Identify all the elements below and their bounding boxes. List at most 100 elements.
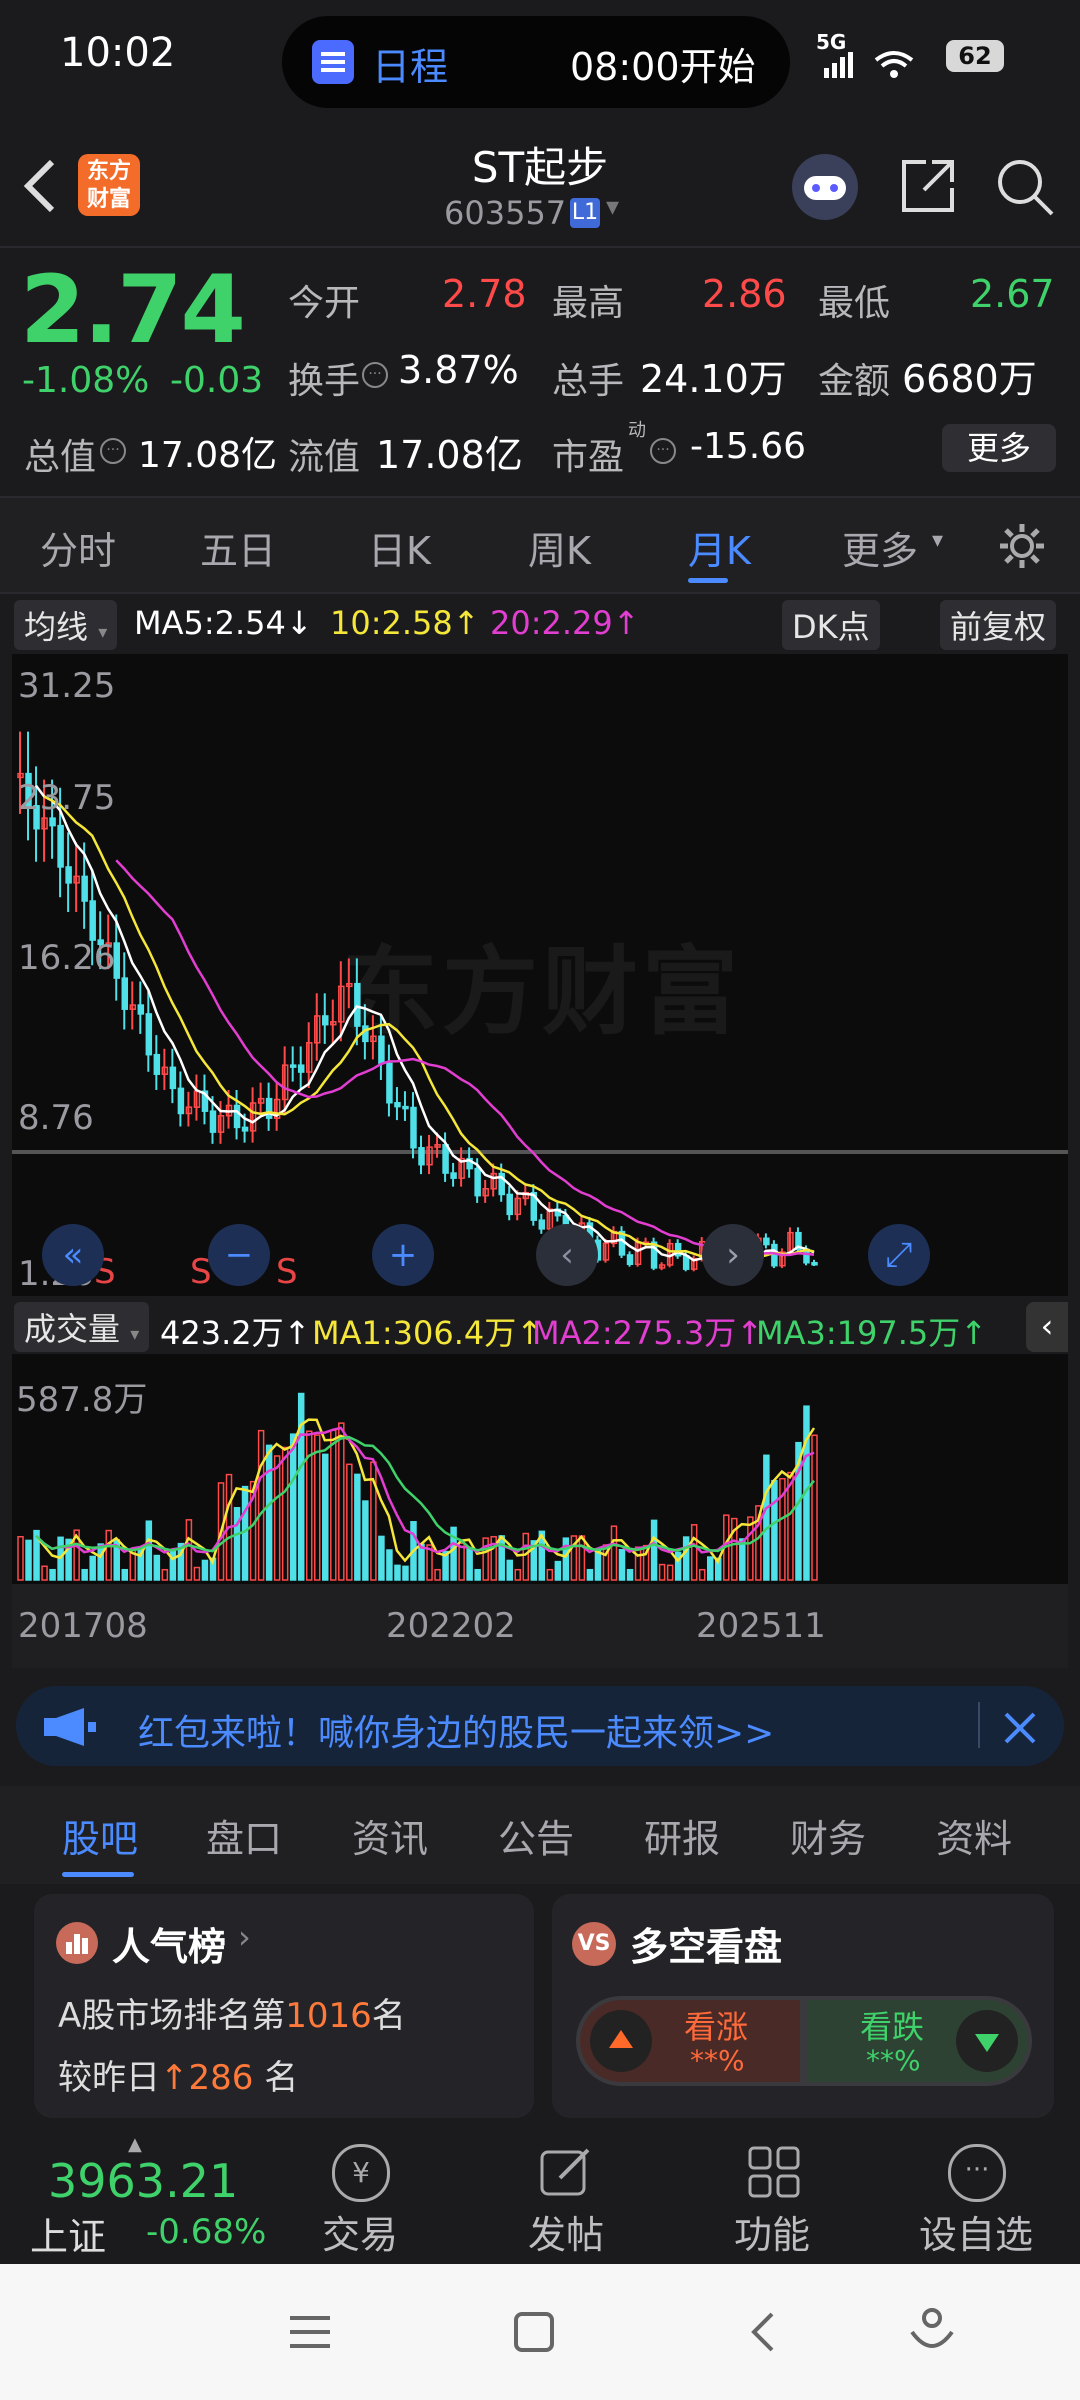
volume-bar xyxy=(330,1429,337,1581)
tab-daily-k[interactable]: 日K xyxy=(368,520,431,575)
candle-body xyxy=(394,1102,401,1108)
amount-label: 金额 xyxy=(818,361,891,402)
level-badge[interactable]: L1 xyxy=(570,198,600,228)
float-cap-value: 17.08亿 xyxy=(376,433,523,477)
ma-selector[interactable]: 均线 ▾ xyxy=(14,600,118,650)
ma10-value: 10:2.58↑ xyxy=(330,604,480,642)
tab-intraday[interactable]: 分时 xyxy=(40,520,116,575)
functions-button[interactable]: 功能 xyxy=(712,2134,832,2264)
open-value: 2.78 xyxy=(442,272,527,316)
schedule-pill[interactable]: 日程 08:00开始 xyxy=(282,16,790,108)
volume-bar xyxy=(594,1549,602,1581)
zoom-in-button[interactable]: + xyxy=(372,1224,434,1286)
candle-body xyxy=(81,875,88,902)
index-name[interactable]: 上证 xyxy=(30,2206,106,2261)
candlestick-chart[interactable]: 东方财富 31.25 23.75 16.26 8.76 1.26 S S S «… xyxy=(12,654,1068,1296)
tab-forum[interactable]: 股吧 xyxy=(62,1808,138,1863)
zoom-out-button[interactable]: − xyxy=(208,1224,270,1286)
y-label-4: 8.76 xyxy=(18,1098,94,1138)
share-icon[interactable] xyxy=(898,156,958,216)
tab-weekly-k[interactable]: 周K xyxy=(528,520,591,575)
volume-bar xyxy=(378,1535,385,1581)
tab-news[interactable]: 资讯 xyxy=(352,1808,428,1863)
popularity-title: 人气榜 xyxy=(112,1925,227,1969)
candle-body xyxy=(169,1066,177,1090)
dk-point-button[interactable]: DK点 xyxy=(782,600,880,650)
turnover-label: 换手 xyxy=(288,361,361,402)
pe-label: 市盈 xyxy=(552,437,625,478)
volume-chart[interactable]: 587.8万 xyxy=(12,1354,1068,1584)
y-label-3: 16.26 xyxy=(18,938,116,978)
scroll-left-fast-button[interactable]: « xyxy=(42,1224,104,1286)
vote-up-button[interactable]: 看涨 **% xyxy=(580,2000,800,2082)
low-value: 2.67 xyxy=(970,272,1055,316)
candle-body xyxy=(474,1167,481,1197)
info-icon[interactable]: ··· xyxy=(650,438,676,464)
system-nav-bar xyxy=(0,2264,1080,2400)
robot-assistant-icon[interactable] xyxy=(792,154,858,220)
popularity-card[interactable]: 人气榜 › A股市场排名第1016名 较昨日↑286 名 xyxy=(34,1894,534,2118)
back-icon[interactable] xyxy=(20,156,60,216)
x-label: 201708 xyxy=(18,1606,148,1646)
promo-banner[interactable]: 红包来啦！喊你身边的股民一起来领>> xyxy=(16,1686,1064,1766)
volume-bar xyxy=(666,1564,674,1581)
more-button[interactable]: 更多 xyxy=(942,424,1056,472)
triangle-up-icon xyxy=(590,2010,652,2072)
tab-announcements[interactable]: 公告 xyxy=(498,1808,574,1863)
tab-research[interactable]: 研报 xyxy=(644,1808,720,1863)
ma5-value: MA5:2.54↓ xyxy=(134,604,313,642)
stock-title: ST起步 xyxy=(471,143,609,192)
chart-tabs: 分时 五日 日K 周K 月K 更多 ▾ xyxy=(0,498,1080,592)
bull-label: 看涨 xyxy=(684,2008,749,2046)
volume-bar xyxy=(506,1559,513,1581)
vote-down-button[interactable]: 看跌 **% xyxy=(808,2000,1028,2082)
volume-bar xyxy=(49,1568,56,1581)
volume-bar xyxy=(458,1542,465,1581)
post-button[interactable]: 发帖 xyxy=(506,2134,626,2264)
scroll-right-button[interactable]: › xyxy=(702,1224,764,1286)
tab-profile[interactable]: 资料 xyxy=(936,1808,1012,1863)
assistant-icon[interactable] xyxy=(906,2304,958,2360)
add-watchlist-button[interactable]: ··· 设自选 xyxy=(906,2134,1046,2264)
gear-icon[interactable] xyxy=(996,520,1048,572)
candle-body xyxy=(410,1106,417,1149)
candle-body xyxy=(626,1254,634,1266)
scroll-left-button[interactable]: ‹ xyxy=(536,1224,598,1286)
tab-order-book[interactable]: 盘口 xyxy=(206,1808,282,1863)
sell-mark: S xyxy=(276,1252,298,1292)
close-icon[interactable] xyxy=(1000,1708,1040,1748)
bear-label: 看跌 xyxy=(860,2008,925,2046)
adjust-button[interactable]: 前复权 xyxy=(940,600,1057,650)
menu-icon[interactable] xyxy=(286,2308,334,2356)
add-watchlist-label: 设自选 xyxy=(918,2213,1033,2257)
volume-bar xyxy=(771,1479,778,1581)
info-icon[interactable]: ··· xyxy=(100,438,126,464)
volume-selector[interactable]: 成交量 ▾ xyxy=(14,1302,150,1352)
volume-bar xyxy=(97,1543,104,1581)
collapse-panel-button[interactable]: ‹ xyxy=(1026,1302,1068,1352)
volume-bar xyxy=(161,1568,169,1581)
ma5-line xyxy=(35,784,815,1262)
expand-icon[interactable]: ⤢ xyxy=(868,1224,930,1286)
back-nav-icon[interactable] xyxy=(740,2308,788,2356)
tab-more[interactable]: 更多 xyxy=(842,520,918,575)
candle-body xyxy=(811,1262,818,1266)
info-icon[interactable]: ··· xyxy=(362,362,388,388)
volume-bar xyxy=(297,1392,305,1581)
candle-body xyxy=(289,1064,297,1068)
volume-bar xyxy=(362,1500,369,1581)
volume-label: 总手 xyxy=(552,361,625,402)
change-amount: -0.03 xyxy=(170,360,264,401)
signal-wifi-icon xyxy=(824,51,914,78)
tab-five-day[interactable]: 五日 xyxy=(200,520,276,575)
index-value[interactable]: 3963.21 xyxy=(48,2154,238,2208)
home-icon[interactable] xyxy=(510,2308,558,2356)
more-dots-icon: ··· xyxy=(948,2144,1006,2202)
tab-finance[interactable]: 财务 xyxy=(790,1808,866,1863)
trade-button[interactable]: ¥ 交易 xyxy=(300,2134,420,2264)
tab-monthly-k[interactable]: 月K xyxy=(688,520,751,575)
volume-bar xyxy=(402,1565,409,1581)
chevron-down-icon[interactable]: ▾ xyxy=(932,528,943,553)
chevron-down-icon[interactable]: ▾ xyxy=(606,192,619,222)
search-icon[interactable] xyxy=(994,156,1056,218)
